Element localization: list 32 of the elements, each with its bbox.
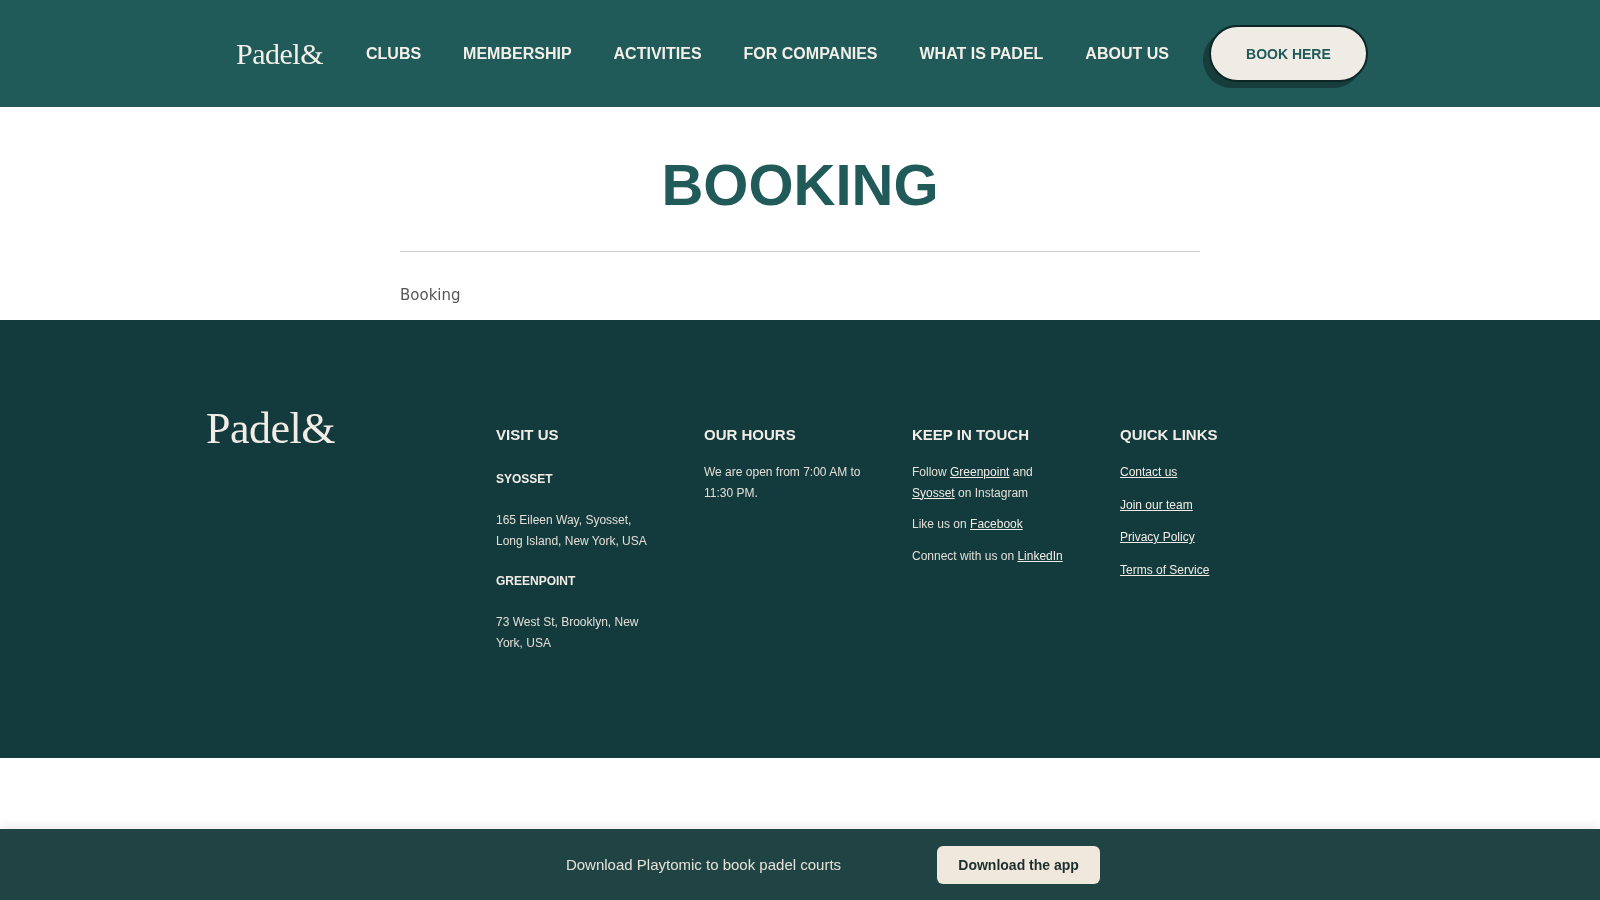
social-text: Follow Greenpoint and Syosset on Instagram <box>912 464 1034 502</box>
logo[interactable]: Padel& <box>236 38 323 69</box>
nav-link[interactable]: MEMBERSHIP <box>463 43 572 64</box>
address-text: 73 West St, Brooklyn, New York, USA <box>496 614 640 652</box>
nav-link[interactable]: CLUBS <box>366 43 422 64</box>
body-text: Booking <box>400 285 462 306</box>
download-app-button[interactable]: Download the app <box>937 845 1101 884</box>
nav-link[interactable]: ACTIVITIES <box>613 43 702 64</box>
footer-link[interactable]: Privacy Policy <box>1120 527 1195 548</box>
column-heading: VISIT US <box>496 426 559 444</box>
banner-text: Download Playtomic to book padel courts <box>565 856 842 873</box>
column-heading: QUICK LINKS <box>1120 426 1218 444</box>
footer-link[interactable]: LinkedIn <box>1017 548 1063 563</box>
column-heading: OUR HOURS <box>704 426 796 444</box>
social-text: Connect with us on LinkedIn <box>912 547 1063 565</box>
hours-text: We are open from 7:00 AM to 11:30 PM. <box>704 464 862 502</box>
footer-link[interactable]: Facebook <box>970 517 1023 531</box>
footer-link[interactable]: Greenpoint <box>950 465 1010 479</box>
footer-link[interactable]: Contact us <box>1120 462 1178 483</box>
footer-link[interactable]: Join our team <box>1120 494 1193 515</box>
address-text: 165 Eileen Way, Syosset, Long Island, New York, USA <box>496 512 648 550</box>
footer-link[interactable]: Syosset <box>912 485 955 500</box>
location-name: SYOSSET <box>496 471 553 487</box>
nav-link[interactable]: WHAT IS PADEL <box>919 43 1044 64</box>
footer-link[interactable]: Terms of Service <box>1120 559 1210 580</box>
footer-logo[interactable]: Padel& <box>206 407 496 451</box>
social-text: Like us on Facebook <box>912 516 1023 533</box>
page-title: BOOKING <box>661 155 939 215</box>
nav-link[interactable]: FOR COMPANIES <box>743 43 878 64</box>
nav-link[interactable]: ABOUT US <box>1085 43 1169 64</box>
location-name: GREENPOINT <box>496 573 576 589</box>
column-heading: KEEP IN TOUCH <box>912 426 1029 444</box>
